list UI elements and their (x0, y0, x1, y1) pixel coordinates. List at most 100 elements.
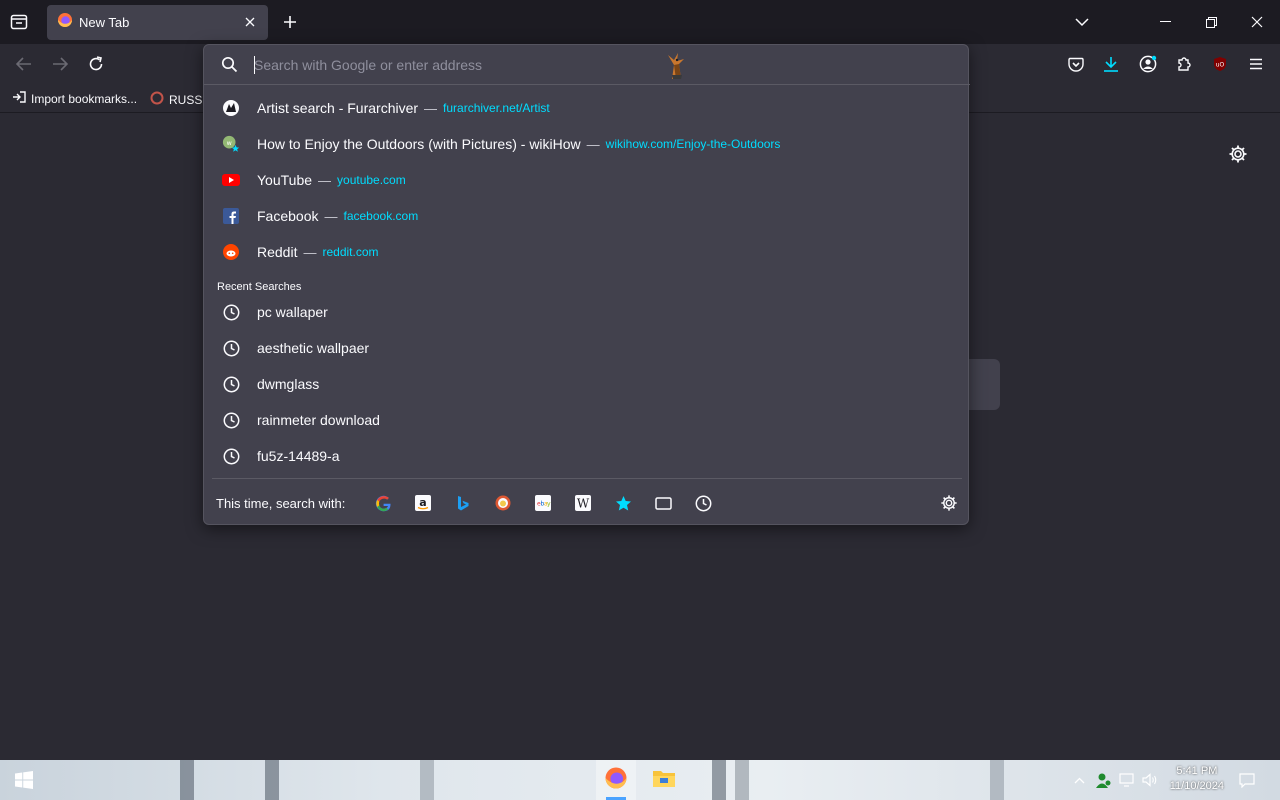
close-window-button[interactable] (1234, 0, 1280, 44)
suggestion-separator: — (324, 208, 338, 224)
history-icon[interactable] (693, 493, 713, 513)
amazon-engine-icon[interactable]: a (413, 493, 433, 513)
back-button[interactable] (9, 49, 39, 79)
list-tabs-icon[interactable] (1072, 12, 1092, 32)
recent-searches-heading: Recent Searches (217, 281, 302, 293)
tabs-icon[interactable] (653, 493, 673, 513)
urlbar-input[interactable] (254, 55, 854, 75)
search-icon (221, 56, 238, 78)
wallpaper-streak (712, 760, 726, 800)
suggestion-title: Reddit (257, 244, 298, 260)
furarchiver-icon (222, 99, 240, 117)
suggestion-row[interactable]: Facebook — facebook.com (212, 199, 962, 233)
firefox-icon (57, 12, 73, 33)
bookmark-label: Import bookmarks... (31, 91, 138, 106)
bookmark-import[interactable]: Import bookmarks... (12, 91, 137, 106)
history-clock-icon (222, 375, 240, 393)
wikipedia-engine-icon[interactable]: W (573, 493, 593, 513)
svg-text:W: W (577, 497, 590, 511)
minimize-button[interactable] (1142, 0, 1188, 44)
notifications-icon[interactable] (1237, 770, 1257, 790)
menu-icon[interactable] (1241, 49, 1271, 79)
suggestion-row[interactable]: Reddit — reddit.com (212, 235, 962, 269)
suggestion-separator: — (303, 244, 317, 260)
history-clock-icon (222, 339, 240, 357)
taskbar-file-explorer[interactable] (644, 760, 684, 800)
volume-icon[interactable] (1140, 770, 1160, 790)
suggestion-row[interactable]: w How to Enjoy the Outdoors (with Pictur… (212, 127, 962, 161)
taskbar-firefox[interactable] (596, 760, 636, 800)
recent-search-row[interactable]: aesthetic wallpaer (212, 331, 962, 365)
new-tab-icon[interactable] (280, 12, 300, 32)
svg-text:y: y (547, 501, 551, 508)
bing-engine-icon[interactable] (453, 493, 473, 513)
pocket-icon[interactable] (1061, 49, 1091, 79)
recent-search-row[interactable]: rainmeter download (212, 403, 962, 437)
bookmark-favicon-icon (150, 91, 164, 108)
tab-label: New Tab (79, 15, 130, 30)
suggestion-row[interactable]: YouTube — youtube.com (212, 163, 962, 197)
network-icon[interactable] (1117, 770, 1137, 790)
suggestion-separator: — (586, 136, 600, 152)
suggestion-title: How to Enjoy the Outdoors (with Pictures… (257, 136, 581, 152)
urlbar-input-row (204, 45, 970, 85)
recent-search-text: aesthetic wallpaer (257, 340, 370, 356)
history-clock-icon (222, 447, 240, 465)
facebook-icon (222, 207, 240, 225)
restore-button[interactable] (1188, 0, 1234, 44)
one-off-label: This time, search with: (216, 496, 346, 511)
recent-search-text: pc wallaper (257, 304, 328, 320)
recent-search-row[interactable]: dwmglass (212, 367, 962, 401)
suggestion-url: reddit.com (322, 245, 379, 259)
suggestion-url: furarchiver.net/Artist (443, 101, 550, 115)
extensions-icon[interactable] (1169, 49, 1199, 79)
youtube-icon (222, 171, 240, 189)
suggestion-title: Facebook (257, 208, 319, 224)
suggestion-row[interactable]: Artist search - Furarchiver — furarchive… (212, 91, 962, 125)
bookmarks-star-icon[interactable] (613, 493, 633, 513)
clock-date: 11/10/2024 (1169, 780, 1224, 792)
mascot-icon (662, 51, 690, 86)
suggestion-separator: — (424, 100, 438, 116)
svg-text:uO: uO (1216, 62, 1225, 69)
downloads-icon[interactable] (1096, 49, 1126, 79)
import-icon (12, 91, 26, 106)
chevron-up-icon[interactable] (1071, 772, 1087, 788)
duckduckgo-engine-icon[interactable] (493, 493, 513, 513)
google-engine-icon[interactable] (373, 493, 393, 513)
history-clock-icon (222, 411, 240, 429)
wallpaper-streak (180, 760, 194, 800)
svg-text:a: a (419, 496, 426, 509)
wallpaper-streak (735, 760, 749, 800)
ublock-origin-icon[interactable]: uO (1205, 49, 1235, 79)
firefox-view-icon[interactable] (9, 12, 29, 32)
recent-search-text: dwmglass (257, 376, 320, 392)
suggestion-separator: — (318, 172, 332, 188)
newtab-settings-icon[interactable] (1228, 144, 1248, 169)
suggestion-url: youtube.com (337, 173, 406, 187)
tab-new-tab[interactable]: New Tab (47, 5, 268, 40)
suggestion-url: wikihow.com/Enjoy-the-Outdoors (605, 137, 781, 151)
close-tab-icon[interactable] (242, 14, 258, 30)
tab-strip: New Tab (0, 0, 1280, 44)
text-caret (254, 56, 255, 74)
ebay-engine-icon[interactable]: ebay (533, 493, 553, 513)
suggestion-title: YouTube (257, 172, 313, 188)
svg-text:w: w (227, 140, 232, 147)
account-icon[interactable] (1133, 49, 1163, 79)
windows-start-icon[interactable] (14, 770, 34, 790)
recent-search-row[interactable]: fu5z-14489-a (212, 439, 962, 473)
folder-icon (652, 768, 676, 793)
suggestion-title: Artist search - Furarchiver (257, 100, 419, 116)
people-icon[interactable] (1093, 770, 1113, 790)
reload-button[interactable] (81, 49, 111, 79)
taskbar-clock[interactable]: 5:41 PM 11/10/2024 (1170, 764, 1224, 794)
suggestion-url: facebook.com (343, 209, 419, 223)
recent-search-text: fu5z-14489-a (257, 448, 340, 464)
search-settings-icon[interactable] (939, 493, 959, 513)
forward-button[interactable] (45, 49, 75, 79)
history-clock-icon (222, 303, 240, 321)
wallpaper-streak (420, 760, 434, 800)
clock-time: 5:41 PM (1176, 765, 1218, 777)
recent-search-row[interactable]: pc wallaper (212, 295, 962, 329)
